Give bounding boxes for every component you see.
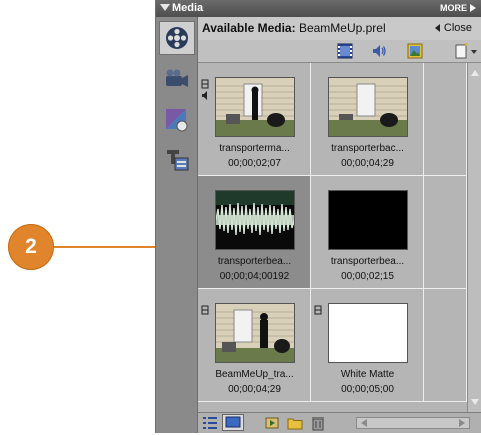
clip-name: transporterbac... [331,143,404,154]
clip-duration: 00;00;04;29 [341,158,394,169]
step-callout-badge: 2 [8,224,54,270]
clip-name: BeamMeUp_tra... [215,369,294,380]
horizontal-scrollbar[interactable] [356,417,470,429]
new-item-icon[interactable] [454,43,470,59]
available-media-label: Available Media: BeamMeUp.prel [202,21,386,35]
vertical-scrollbar[interactable] [467,63,481,412]
clip-thumbnail [215,190,295,250]
available-media-prefix: Available Media: [202,21,296,35]
effects-icon [166,109,188,132]
icon-view-button[interactable] [222,414,244,431]
sidebar-capture-button[interactable] [159,63,195,97]
empty-cell [424,176,467,289]
media-item[interactable]: transporterbac... 00;00;04;29 [311,63,424,176]
video-clip-icon [201,305,209,315]
media-content: Available Media: BeamMeUp.prel Close tra… [198,17,481,433]
scroll-down-icon[interactable] [470,396,480,408]
video-clip-icon [314,305,322,315]
automate-to-sequence-icon[interactable] [264,415,280,431]
clip-name: White Matte [340,369,395,380]
scroll-right-icon[interactable] [457,418,467,428]
scroll-up-icon[interactable] [470,67,480,79]
clip-duration: 00;00;05;00 [341,384,394,395]
clip-duration: 00;00;04;00192 [219,271,290,282]
media-item-selected[interactable]: transporterbea... 00;00;04;00192 [198,176,311,289]
clip-duration: 00;00;02;15 [341,271,394,282]
close-arrow-icon [434,24,440,33]
new-folder-icon[interactable] [287,415,303,431]
panel-titlebar: Media MORE [156,0,481,17]
media-item[interactable]: BeamMeUp_tra... 00;00;04;29 [198,289,311,402]
thumbnail-view-icon [225,416,241,428]
video-camera-icon [166,69,188,87]
backyard-scene-image [216,304,294,362]
media-panel: Media MORE Available Media: BeamMeUp.pre… [155,0,481,433]
titles-icon [167,150,189,171]
clip-name: transporterbea... [217,256,292,267]
close-label: Close [443,22,472,34]
media-item[interactable]: transporterbea... 00;00;02;15 [311,176,424,289]
show-video-filter-icon[interactable] [337,43,353,59]
scroll-left-icon[interactable] [359,418,369,428]
backyard-scene-image [216,78,294,136]
media-item[interactable]: White Matte 00;00;05;00 [311,289,424,402]
close-button[interactable]: Close [434,22,472,34]
sidebar-titles-button[interactable] [159,143,195,177]
clip-thumbnail [328,77,408,137]
media-item[interactable]: transporterma... 00;00;02;07 [198,63,311,176]
sidebar-media-button[interactable] [159,21,195,55]
available-media-header: Available Media: BeamMeUp.prel Close [198,17,481,40]
clip-thumbnail [328,303,408,363]
collapse-icon[interactable] [160,4,170,11]
clip-thumbnail [215,303,295,363]
bottom-toolbar [198,412,481,433]
new-item-dropdown-icon[interactable] [471,50,477,54]
panel-title: Media [172,2,204,14]
clip-name: transporterbea... [330,256,405,267]
media-sidebar [156,17,198,433]
project-name: BeamMeUp.prel [298,21,386,35]
clip-name: transporterma... [219,143,290,154]
film-reel-icon [166,27,188,49]
empty-cell [424,289,467,402]
clip-thumbnail [215,77,295,137]
trash-icon[interactable] [310,415,326,431]
clip-thumbnail [328,190,408,250]
more-menu-button[interactable]: MORE [440,3,467,13]
clip-duration: 00;00;04;29 [228,384,281,395]
step-callout-number: 2 [25,235,37,258]
more-arrow-icon[interactable] [470,4,476,12]
clip-duration: 00;00;02;07 [228,158,281,169]
media-filter-toolbar [198,40,481,63]
sidebar-effects-button[interactable] [159,103,195,137]
video-audio-clip-icon [201,79,209,100]
show-still-images-filter-icon[interactable] [407,43,423,59]
backyard-scene-image [329,78,407,136]
audio-waveform-image [216,191,294,249]
empty-cell [424,63,467,176]
list-view-icon[interactable] [202,415,218,431]
show-audio-filter-icon[interactable] [371,43,387,59]
media-thumbnail-grid: transporterma... 00;00;02;07 transporter… [198,63,467,412]
